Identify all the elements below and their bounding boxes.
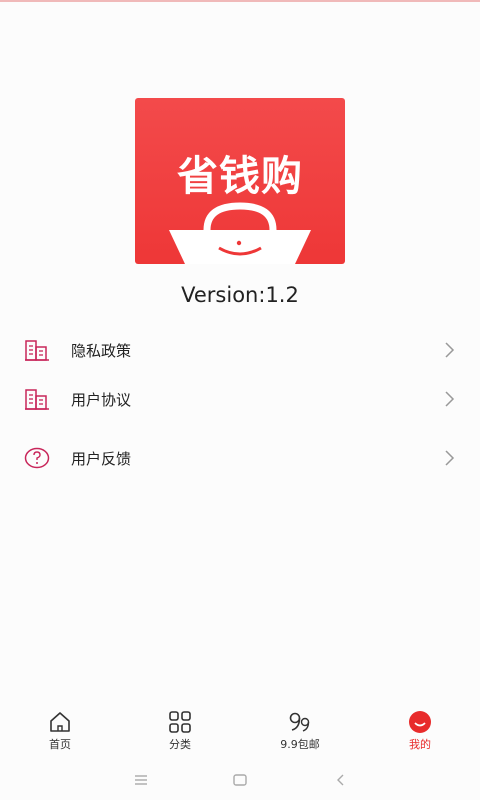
- tab-label: 我的: [409, 738, 431, 751]
- app-version: Version:1.2: [181, 283, 299, 307]
- top-status-line: [0, 0, 480, 2]
- grid-icon: [169, 711, 191, 733]
- tab-nine-nine[interactable]: 9.9包邮: [240, 704, 360, 760]
- chevron-right-icon: [445, 391, 455, 407]
- tab-label: 分类: [169, 738, 191, 751]
- profile-icon: [409, 711, 431, 733]
- menu-item-user-feedback[interactable]: 用户反馈: [0, 436, 480, 480]
- building-icon: [25, 340, 49, 361]
- tab-category[interactable]: 分类: [120, 704, 240, 760]
- chevron-right-icon: [445, 450, 455, 466]
- nine-nine-icon: [289, 712, 310, 732]
- building-icon: [25, 389, 49, 410]
- home-icon: [50, 712, 70, 732]
- menu-label: 用户协议: [71, 391, 132, 409]
- home-square-icon[interactable]: [230, 770, 250, 790]
- basket-icon: [169, 202, 311, 264]
- menu-item-user-agreement[interactable]: 用户协议: [0, 377, 480, 421]
- menu-label: 隐私政策: [71, 342, 132, 360]
- app-logo: 省钱购: [135, 98, 345, 264]
- tab-home[interactable]: 首页: [0, 704, 120, 760]
- back-icon[interactable]: [331, 770, 351, 790]
- menu-item-privacy-policy[interactable]: 隐私政策: [0, 328, 480, 372]
- chevron-right-icon: [445, 342, 455, 358]
- question-icon: [24, 447, 50, 469]
- menu-label: 用户反馈: [71, 450, 132, 468]
- bottom-tab-bar: 首页 分类 9.9包邮 我的: [0, 704, 480, 760]
- tab-label: 9.9包邮: [280, 738, 320, 751]
- menu-icon[interactable]: [131, 770, 151, 790]
- system-navigation-bar: [0, 760, 480, 800]
- tab-mine[interactable]: 我的: [360, 704, 480, 760]
- tab-label: 首页: [49, 738, 71, 751]
